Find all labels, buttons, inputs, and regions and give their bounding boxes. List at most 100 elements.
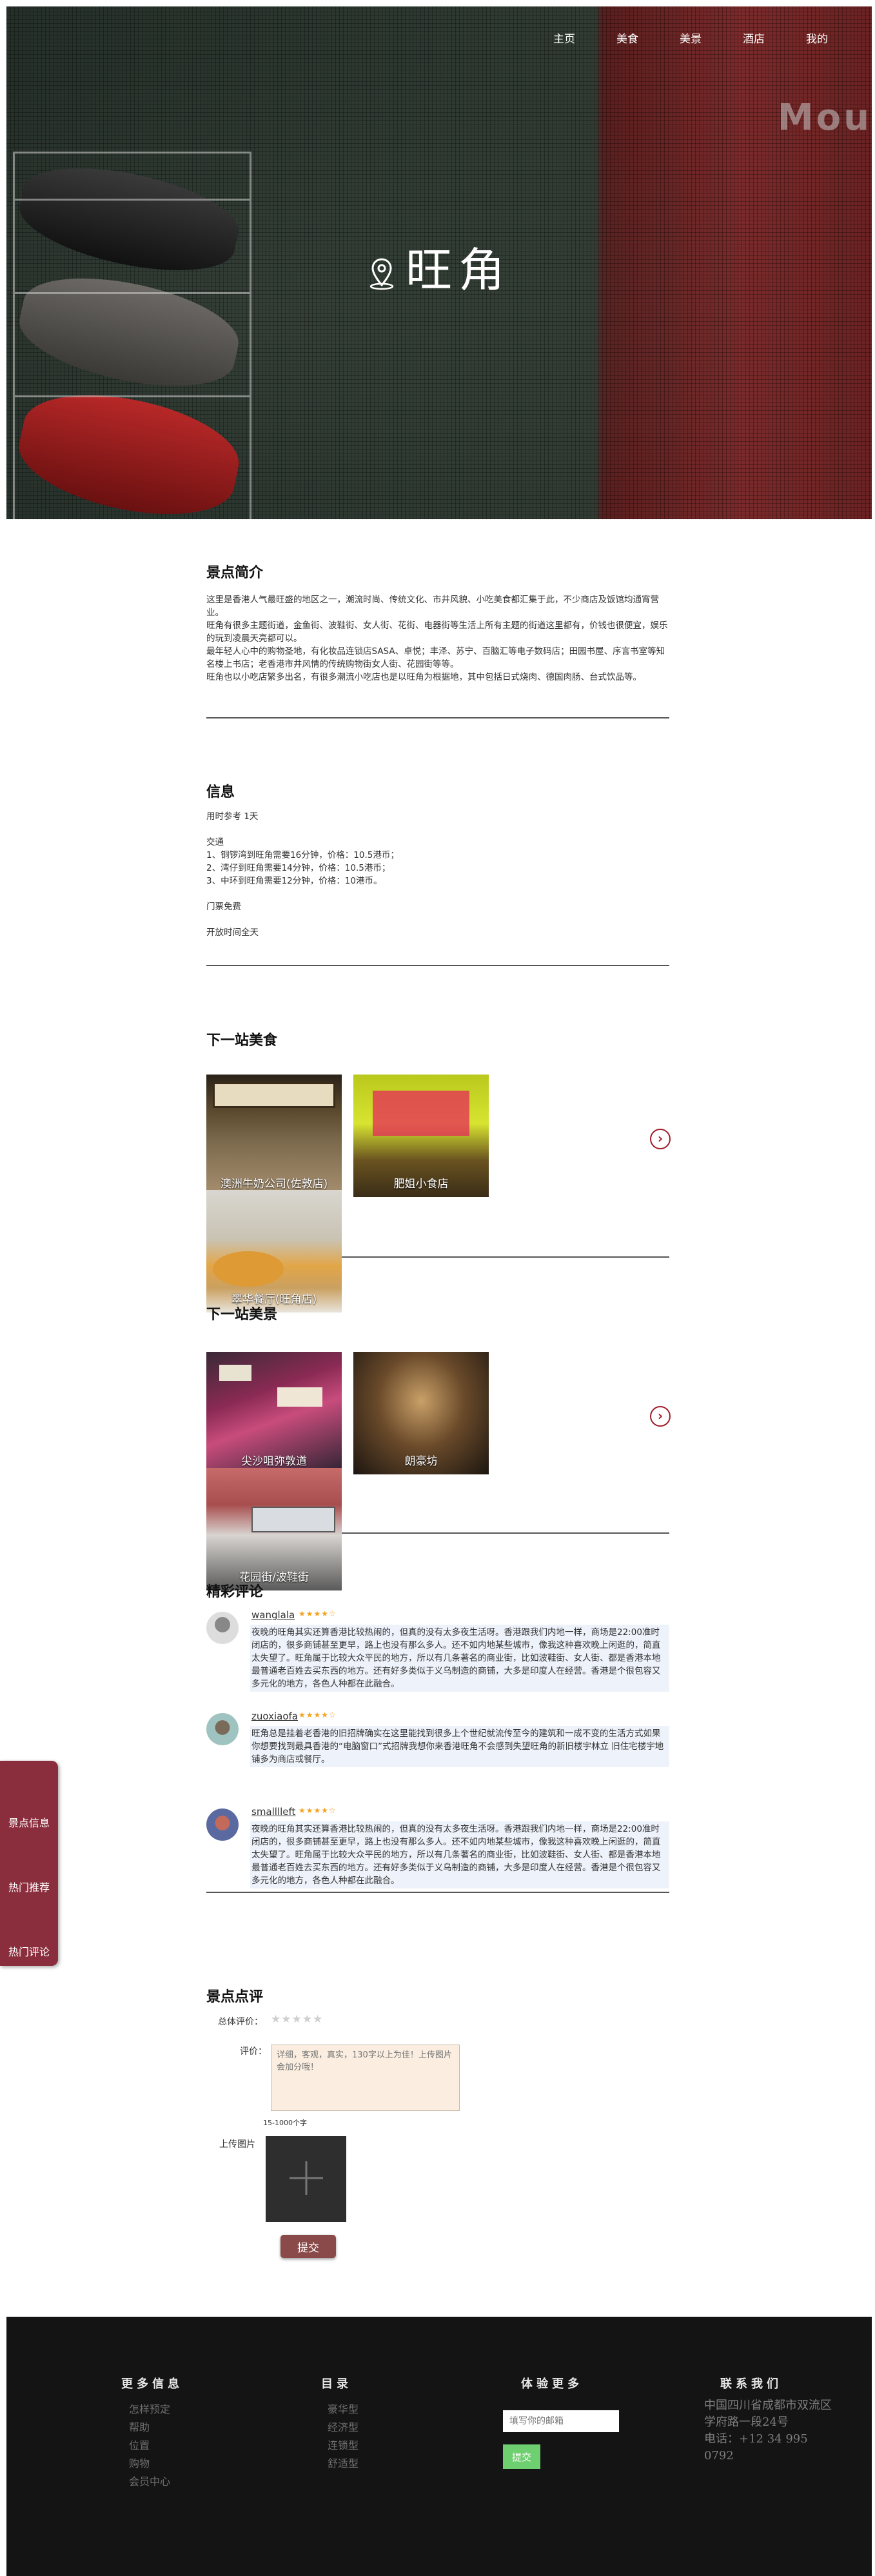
sights-title: 下一站美景 (206, 1307, 278, 1323)
rating-text-label: 评价： (240, 2046, 267, 2057)
divider (206, 717, 669, 718)
card-photo-sign (277, 1387, 322, 1407)
info-hours: 开放时间全天 (206, 927, 259, 938)
subscribe-email-input[interactable] (503, 2410, 619, 2432)
overall-rating-label: 总体评价： (218, 2017, 263, 2027)
location-pin-icon (367, 247, 397, 301)
hero-sign-text: Mou (777, 97, 872, 139)
sights-next-arrow-icon[interactable]: › (650, 1406, 671, 1427)
sights-card-label: 尖沙咀弥敦道 (241, 1455, 307, 1468)
footer-contact-info: 中国四川省成都市双流区学府路一段24号 电话：+12 34 995 0792 (704, 2397, 833, 2464)
footer-link[interactable]: 帮助 (129, 2419, 183, 2437)
footer-link[interactable]: 位置 (129, 2437, 183, 2455)
footer-phone: 电话：+12 34 995 0792 (704, 2432, 808, 2462)
footer-col-title: 联系我们 (720, 2377, 782, 2391)
comment-rating-stars: ★★★★☆ (299, 1710, 337, 1719)
intro-paragraph: 这里是香港人气最旺盛的地区之一，潮流时尚、传统文化、市井风貌、小吃美食都汇集于此… (206, 595, 659, 618)
overall-rating-stars[interactable]: ★★★★★ (271, 2013, 323, 2026)
plus-icon (287, 2159, 326, 2200)
card-photo-sign (213, 1082, 335, 1108)
footer-link[interactable]: 购物 (129, 2455, 183, 2473)
info-ticket: 门票免费 (206, 902, 241, 912)
comment-user[interactable]: wanglala (251, 1609, 295, 1621)
footer-link[interactable]: 豪华型 (328, 2401, 359, 2419)
card-photo-sign (219, 1365, 251, 1381)
upload-label: 上传图片 (219, 2139, 255, 2150)
info-traffic-line: 1、铜锣湾到旺角需要16分钟，价格：10.5港币； (206, 850, 399, 860)
side-menu-item-comments[interactable]: 热门评论 (0, 1943, 58, 1959)
upload-image-button[interactable] (266, 2136, 346, 2222)
footer-col-title: 目录 (321, 2377, 352, 2391)
info-traffic-line: 2、湾仔到旺角需要14分钟，价格：10.5港币； (206, 863, 391, 873)
comment-text: 夜晚的旺角其实还算香港比较热闹的，但真的没有太多夜生活呀。香港跟我们内地一样，商… (250, 1821, 669, 1888)
intro-section: 景点简介 这里是香港人气最旺盛的地区之一，潮流时尚、传统文化、市井风貌、小吃美食… (206, 561, 669, 718)
nav-food[interactable]: 美食 (596, 30, 659, 46)
comment-text: 夜晚的旺角其实还算香港比较热闹的，但真的没有太多夜生活呀。香港跟我们内地一样，商… (250, 1625, 669, 1692)
food-card-label: 澳洲牛奶公司(佐敦店) (220, 1178, 328, 1191)
info-body: 用时参考 1天 交通 1、铜锣湾到旺角需要16分钟，价格：10.5港币； 2、湾… (206, 810, 669, 939)
sights-card[interactable]: 尖沙咀弥敦道 (206, 1352, 342, 1474)
footer-link[interactable]: 怎样预定 (129, 2401, 183, 2419)
intro-body: 这里是香港人气最旺盛的地区之一，潮流时尚、传统文化、市井风貌、小吃美食都汇集于此… (206, 593, 669, 684)
footer-catalog: 目录 豪华型 经济型 连锁型 舒适型 (321, 2375, 359, 2473)
avatar (206, 1713, 239, 1745)
char-count-hint: 15-1000个字 (263, 2119, 307, 2127)
food-card-label: 肥姐小食店 (393, 1178, 449, 1191)
food-card[interactable]: 澳洲牛奶公司(佐敦店) (206, 1075, 342, 1197)
footer-col-title: 体验更多 (521, 2377, 583, 2391)
footer-experience: 体验更多 (521, 2375, 583, 2392)
divider (342, 1256, 669, 1258)
intro-paragraph: 最年轻人心中的购物圣地，有化妆品连锁店SASA、卓悦；丰泽、苏宁、百脑汇等电子数… (206, 646, 665, 669)
divider (342, 1532, 669, 1534)
food-title: 下一站美食 (206, 1033, 278, 1049)
footer-link[interactable]: 会员中心 (129, 2473, 183, 2491)
card-photo-food (213, 1251, 284, 1287)
nav-sights[interactable]: 美景 (659, 30, 722, 46)
divider (206, 1892, 669, 1893)
avatar (206, 1612, 239, 1644)
intro-paragraph: 旺角有很多主题街道，金鱼街、波鞋街、女人街、花街、电器街等生活上所有主题的街道这… (206, 620, 668, 644)
side-menu: 景点信息 热门推荐 热门评论 (0, 1761, 58, 1966)
info-title: 信息 (206, 784, 235, 800)
intro-title: 景点简介 (206, 565, 264, 581)
food-card[interactable]: 翠华餐厅(旺角店) (206, 1190, 342, 1313)
food-card[interactable]: 肥姐小食店 (353, 1075, 489, 1197)
info-duration: 用时参考 1天 (206, 811, 259, 822)
intro-paragraph: 旺角也以小吃店繁多出名，有很多潮流小吃店也是以旺角为根据地，其中包括日式烧肉、德… (206, 672, 642, 682)
review-submit-button[interactable]: 提交 (280, 2235, 336, 2258)
avatar (206, 1808, 239, 1841)
footer-contact: 联系我们 (720, 2375, 782, 2392)
footer-link[interactable]: 连锁型 (328, 2437, 359, 2455)
subscribe-submit-button[interactable]: 提交 (503, 2444, 540, 2469)
card-photo-sign (251, 1507, 335, 1532)
sights-card[interactable]: 花园街/波鞋街 (206, 1468, 342, 1590)
hero-banner: Mou 主页 美食 美景 酒店 我的 旺角 (6, 6, 872, 519)
hero-photo-rack (13, 152, 251, 519)
footer: 更多信息 怎样预定 帮助 位置 购物 会员中心 目录 豪华型 经济型 连锁型 舒… (6, 2317, 872, 2576)
footer-address: 中国四川省成都市双流区学府路一段24号 (704, 2399, 832, 2429)
footer-link[interactable]: 舒适型 (328, 2455, 359, 2473)
nav-home[interactable]: 主页 (533, 30, 596, 46)
side-menu-item-info[interactable]: 景点信息 (0, 1814, 58, 1830)
comment-user[interactable]: smalllleft (251, 1806, 295, 1818)
review-textarea[interactable] (271, 2045, 460, 2111)
sights-card-label: 朗豪坊 (404, 1455, 438, 1468)
review-title: 景点点评 (206, 1989, 264, 2005)
comment-user[interactable]: zuoxiaofa (251, 1710, 298, 1722)
footer-more-info: 更多信息 怎样预定 帮助 位置 购物 会员中心 (121, 2375, 183, 2491)
side-menu-item-recommend[interactable]: 热门推荐 (0, 1879, 58, 1894)
sights-card[interactable]: 朗豪坊 (353, 1352, 489, 1474)
comment-rating-stars: ★★★★☆ (299, 1806, 337, 1815)
review-form: 景点点评 总体评价： ★★★★★ 评价： 15-1000个字 上传图片 提交 (206, 1985, 669, 2258)
info-section: 信息 用时参考 1天 交通 1、铜锣湾到旺角需要16分钟，价格：10.5港币； … (206, 780, 669, 966)
info-traffic-line: 3、中环到旺角需要12分钟，价格：10港币。 (206, 876, 382, 886)
nav-mine[interactable]: 我的 (785, 30, 849, 46)
divider (206, 965, 669, 966)
card-photo-sign (373, 1091, 469, 1136)
footer-link[interactable]: 经济型 (328, 2419, 359, 2437)
nav-hotel[interactable]: 酒店 (722, 30, 785, 46)
food-next-arrow-icon[interactable]: › (650, 1129, 671, 1149)
info-traffic-title: 交通 (206, 837, 224, 847)
footer-col-title: 更多信息 (121, 2377, 183, 2391)
hero-title-text: 旺角 (405, 243, 511, 297)
